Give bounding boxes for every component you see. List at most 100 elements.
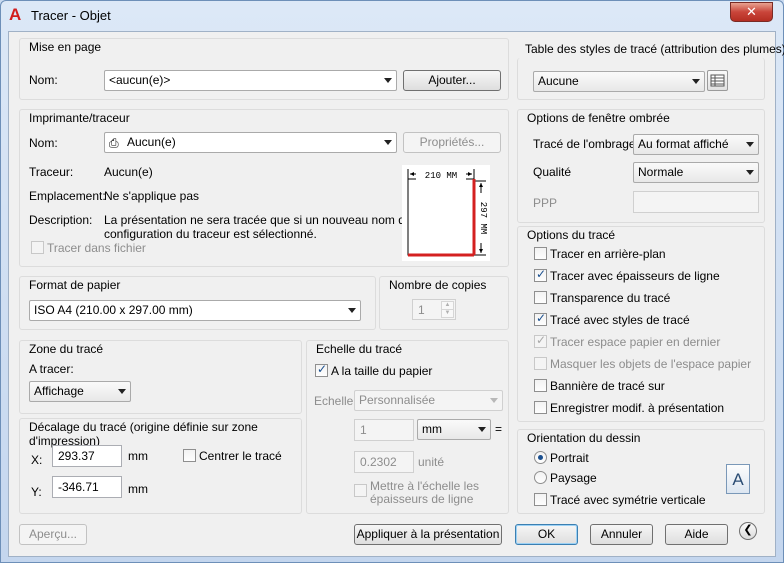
plot-option-checkbox[interactable] [534,311,547,326]
offset-x-label: X: [31,453,43,467]
plotter-name-select[interactable]: ⎙ Aucun(e) [104,132,397,153]
orientation-title: Orientation du dessin [526,431,642,445]
plot-option-checkbox[interactable] [534,333,547,348]
close-icon: ✕ [746,4,757,19]
plot-option-checkbox[interactable] [534,291,547,304]
offset-x-unit: mm [128,449,148,463]
plot-style-table-title: Table des styles de tracé (attribution d… [525,42,784,56]
plot-to-file-checkbox[interactable] [31,241,44,254]
plot-option-checkbox[interactable] [534,247,547,260]
page-setup-name-select[interactable]: <aucun(e)> [104,70,397,91]
close-button[interactable]: ✕ [730,2,773,22]
what-to-plot-label: A tracer: [29,362,74,376]
chevron-down-icon [348,308,356,313]
center-plot-checkbox[interactable] [183,449,196,462]
dialog-window: A Tracer - Objet ✕ Mise en page Nom: <au… [0,0,784,563]
offset-x-input[interactable]: 293.37 [52,445,122,467]
location-value: Ne s'applique pas [104,189,200,203]
edit-table-icon [710,74,725,87]
plot-option-label: Masquer les objets de l'espace papier [550,357,752,371]
location-label: Emplacement: [29,189,106,203]
scale-value2-input[interactable]: 0.2302 [354,451,414,473]
apply-to-layout-button[interactable]: Appliquer à la présentation [354,524,502,545]
chevron-down-icon [746,142,754,147]
what-to-plot-select[interactable]: Affichage [29,381,131,402]
offset-y-input[interactable]: -346.71 [52,476,122,498]
page-setup-title: Mise en page [28,40,103,54]
shade-plot-select[interactable]: Au format affiché [633,134,759,155]
plot-option-label: Transparence du tracé [550,291,671,305]
scale-unit-select[interactable]: mm [417,419,491,440]
plot-option-checkbox[interactable] [534,379,547,392]
center-plot-label: Centrer le tracé [199,449,282,463]
landscape-radio[interactable] [534,471,547,484]
scale-value1-input[interactable]: 1 [354,419,414,441]
page-setup-name-label: Nom: [29,73,58,87]
scale-label: Echelle: [314,394,357,408]
portrait-radio[interactable] [534,451,547,464]
plotter-properties-button[interactable]: Propriétés... [403,132,501,153]
copies-spinner[interactable]: 1 ▲ ▼ [412,299,456,320]
plot-option-checkbox[interactable] [534,401,547,414]
ok-button[interactable]: OK [515,524,578,545]
offset-y-unit: mm [128,482,148,496]
scale-select[interactable]: Personnalisée [354,390,503,411]
plot-style-table-select[interactable]: Aucune [533,71,705,92]
paper-preview-drawing: 210 MM 297 MM [407,168,488,257]
plotter-name-label: Nom: [29,136,58,150]
chevron-left-icon: ❮ [743,524,753,536]
scale-unit-value: mm [422,422,442,436]
chevron-down-icon [490,398,498,403]
scale-value: Personnalisée [359,393,436,407]
description-line-2: configuration du traceur est sélectionné… [104,227,317,241]
chevron-down-icon [384,140,392,145]
plot-scale-title: Echelle du tracé [315,342,404,356]
cancel-button[interactable]: Annuler [590,524,653,545]
chevron-down-icon [746,170,754,175]
help-button[interactable]: Aide [665,524,728,545]
shaded-viewport-title: Options de fenêtre ombrée [526,111,671,125]
edit-plot-style-button[interactable] [707,70,728,91]
offset-y-label: Y: [31,485,42,499]
chevron-down-icon [692,79,700,84]
fit-to-paper-label: A la taille du papier [331,364,433,378]
plot-option-label: Bannière de tracé sur [550,379,665,393]
page-setup-name-value: <aucun(e)> [109,73,171,87]
fit-to-paper-checkbox[interactable] [315,362,328,377]
scale-lineweights-checkbox[interactable] [354,484,367,497]
quality-select[interactable]: Normale [633,162,759,183]
dpi-label: PPP [533,196,558,210]
portrait-label: Portrait [550,451,589,465]
landscape-label: Paysage [550,471,597,485]
plot-area-group: Zone du tracé [19,340,302,414]
collapse-options-button[interactable]: ❮ [739,522,757,540]
description-line-1: La présentation ne sera tracée que si un… [104,213,412,227]
preview-height-label: 297 MM [478,202,488,234]
spin-down-icon[interactable]: ▼ [441,309,454,318]
printer-icon: ⎙ [109,136,119,150]
dpi-input[interactable] [633,191,759,213]
paper-size-select[interactable]: ISO A4 (210.00 x 297.00 mm) [29,300,361,321]
plot-area-title: Zone du tracé [28,342,105,356]
window-title: Tracer - Objet [31,8,111,23]
plotter-name-value: Aucun(e) [127,135,176,149]
preview-button[interactable]: Aperçu... [19,524,87,545]
autocad-a-icon: A [9,5,22,24]
chevron-down-icon [118,389,126,394]
title-bar[interactable]: A Tracer - Objet ✕ [1,1,783,31]
dialog-client-area: Mise en page Nom: <aucun(e)> Ajouter... … [8,31,784,557]
add-page-setup-button[interactable]: Ajouter... [403,70,501,91]
paper-size-value: ISO A4 (210.00 x 297.00 mm) [34,303,193,317]
plot-upside-down-checkbox[interactable] [534,493,547,506]
plotter-label: Traceur: [29,165,74,179]
quality-value: Normale [638,165,684,179]
plot-option-checkbox[interactable] [534,267,547,282]
scale-lineweights-line-1: Mettre à l'échelle les [370,479,480,493]
paper-size-preview: 210 MM 297 MM [402,165,490,261]
plot-options-title: Options du tracé [526,228,617,242]
orientation-preview-icon: A [726,464,750,494]
plot-option-label: Tracé avec styles de tracé [550,313,690,327]
paper-size-title: Format de papier [28,278,122,292]
plot-option-label: Tracer avec épaisseurs de ligne [550,269,720,283]
plot-option-checkbox[interactable] [534,357,547,370]
